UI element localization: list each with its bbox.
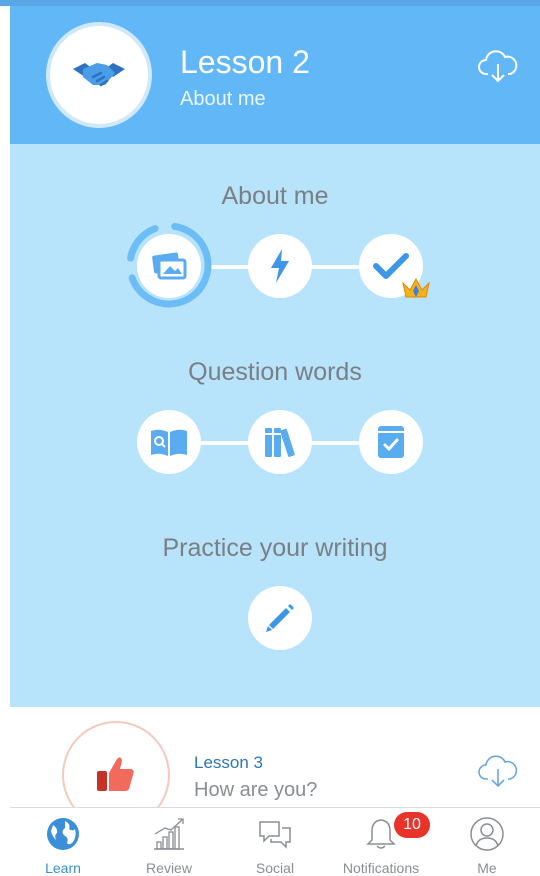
- photos-icon: [152, 252, 187, 280]
- tab-learn[interactable]: Learn: [10, 808, 116, 876]
- book-search-icon: [151, 429, 187, 456]
- handshake-icon: [73, 63, 125, 87]
- lesson-avatar: [46, 22, 152, 128]
- pencil-icon: [266, 604, 294, 632]
- lightning-icon: [271, 249, 289, 283]
- next-lesson-card[interactable]: Lesson 3 How are you?: [10, 707, 540, 807]
- lesson-header[interactable]: Lesson 2 About me: [10, 6, 540, 144]
- next-lesson-avatar: [62, 721, 170, 807]
- skill-reading[interactable]: [137, 410, 201, 474]
- cloud-download-icon[interactable]: [478, 753, 518, 789]
- crown-icon: [402, 277, 430, 298]
- tab-notifications[interactable]: 10 Notifications: [328, 808, 434, 876]
- chat-icon: [259, 821, 291, 849]
- cloud-download-icon[interactable]: [478, 48, 518, 84]
- tab-label: Review: [146, 860, 192, 876]
- next-lesson-title: Lesson 3: [194, 753, 263, 772]
- connector: [312, 441, 364, 445]
- chart-icon: [154, 818, 184, 850]
- lesson-subtitle: About me: [180, 88, 266, 110]
- skill-notebook[interactable]: [359, 410, 423, 474]
- skill-lightning[interactable]: [248, 234, 312, 298]
- skill-photos[interactable]: [137, 234, 201, 298]
- tab-label: Me: [477, 860, 497, 876]
- section-title-question-words: Question words: [188, 358, 362, 386]
- books-icon: [265, 428, 295, 457]
- tab-me[interactable]: Me: [434, 808, 540, 876]
- tab-review[interactable]: Review: [116, 808, 222, 876]
- notification-badge: 10: [394, 812, 430, 838]
- thumbs-up-icon: [97, 757, 134, 791]
- connector: [200, 441, 254, 445]
- globe-icon: [47, 818, 79, 850]
- skill-writing[interactable]: [248, 586, 312, 650]
- skill-vocabulary[interactable]: [248, 410, 312, 474]
- lesson-content: About me Question words Practice your wr…: [10, 144, 540, 707]
- section-title-about-me: About me: [221, 182, 329, 210]
- bottom-tab-bar: Learn Review Social 10 Notifications Me: [10, 807, 540, 876]
- tab-label: Notifications: [342, 860, 420, 876]
- profile-icon: [470, 817, 504, 851]
- lesson-title: Lesson 2: [180, 44, 310, 80]
- tab-social[interactable]: Social: [222, 808, 328, 876]
- notebook-check-icon: [378, 426, 404, 458]
- next-lesson-subtitle: How are you?: [194, 779, 318, 801]
- section-title-practice-writing: Practice your writing: [162, 534, 388, 562]
- tab-label: Learn: [45, 860, 81, 876]
- tab-label: Social: [255, 860, 295, 876]
